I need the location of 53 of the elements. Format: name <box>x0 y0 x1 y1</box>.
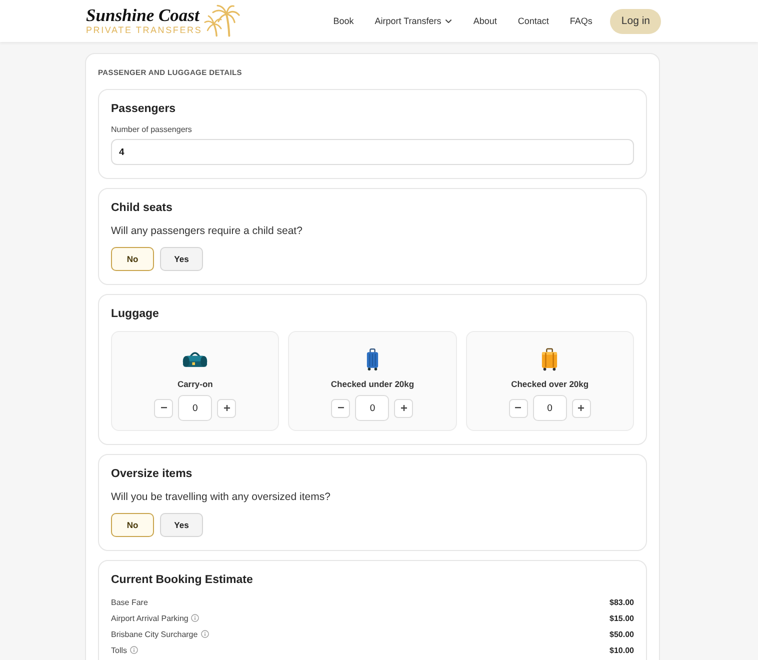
plus-icon <box>578 405 584 411</box>
fee-amount: $10.00 <box>610 646 634 654</box>
count-field[interactable]: 0 <box>532 395 567 421</box>
fee-label: Brisbane City Surcharge <box>111 630 198 638</box>
fee-label: Airport Arrival Parking <box>111 614 188 622</box>
login-button[interactable]: Log in <box>610 8 661 34</box>
count-field[interactable]: 0 <box>178 395 212 421</box>
section-title: Luggage <box>111 307 160 322</box>
choice-button[interactable]: Yes <box>160 247 203 271</box>
fee-amount: $15.00 <box>610 614 634 622</box>
section-title: Passengers <box>111 102 177 117</box>
section-title: Current Booking Estimate <box>111 573 254 588</box>
field-label: Number of passengers <box>111 125 193 134</box>
nav-link[interactable]: About <box>473 16 497 26</box>
choice-button[interactable]: No <box>111 247 154 271</box>
choice-button[interactable]: No <box>111 513 154 537</box>
nav-link[interactable]: Book <box>333 16 354 26</box>
increase-button[interactable] <box>394 398 414 418</box>
palm-tree-icon <box>204 4 240 37</box>
minus-icon <box>515 407 522 409</box>
suitcase-icon <box>366 348 379 370</box>
fee-label: Tolls <box>111 646 128 654</box>
luggage-label: Checked under 20kg <box>330 379 414 389</box>
passenger-count-field[interactable]: 4 <box>111 139 634 165</box>
fee-label: Base Fare <box>111 598 148 606</box>
plus-icon <box>224 405 230 411</box>
section-title: Oversize items <box>111 467 194 482</box>
info-icon[interactable] <box>191 614 200 622</box>
decrease-button[interactable] <box>508 398 528 418</box>
luggage-label: Carry-on <box>177 379 213 389</box>
question-text: Will any passengers require a child seat? <box>111 225 304 237</box>
increase-button[interactable] <box>217 398 236 418</box>
minus-icon <box>338 407 344 409</box>
nav-link[interactable]: Airport Transfers <box>374 16 452 26</box>
info-icon[interactable] <box>200 630 209 638</box>
question-text: Will you be travelling with any oversized items? <box>111 491 332 503</box>
nav-link[interactable]: FAQs <box>570 16 592 26</box>
duffel-bag-icon <box>182 352 208 366</box>
fee-amount: $83.00 <box>610 598 634 606</box>
increase-button[interactable] <box>572 398 591 418</box>
decrease-button[interactable] <box>154 398 174 418</box>
choice-button[interactable]: Yes <box>160 513 203 537</box>
nav-link[interactable]: Contact <box>518 16 549 26</box>
minus-icon <box>160 407 167 409</box>
decrease-button[interactable] <box>331 398 350 418</box>
fee-amount: $50.00 <box>610 630 634 638</box>
logo-title[interactable]: Sunshine Coast <box>86 6 202 25</box>
suitcase-icon <box>541 348 558 370</box>
section-title: Child seats <box>111 201 174 216</box>
plus-icon <box>400 405 407 411</box>
luggage-label: Checked over 20kg <box>511 379 589 389</box>
count-field[interactable]: 0 <box>355 395 390 421</box>
info-icon[interactable] <box>130 646 138 654</box>
